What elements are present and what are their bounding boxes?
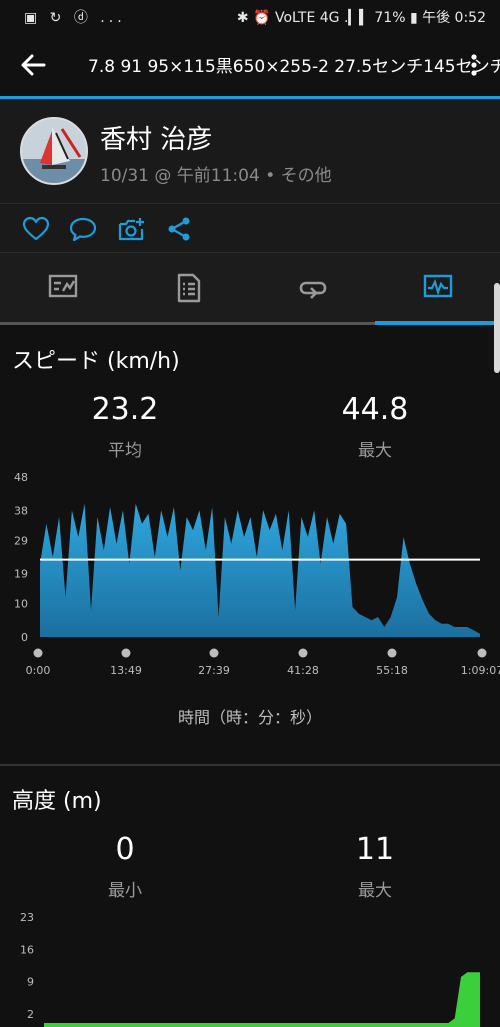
- social-actions: [0, 204, 500, 253]
- more-vertical-icon[interactable]: [464, 50, 484, 80]
- user-name[interactable]: 香村 治彦: [100, 119, 212, 156]
- x-tick-dot: [121, 648, 131, 658]
- status-right-info: ✱ ⏰ VoLTE 4G .▎▍ 71% ▮ 午後 0:52: [236, 10, 486, 26]
- y-tick-label: 23: [20, 911, 34, 924]
- scrollbar[interactable]: [494, 283, 500, 373]
- tab-details[interactable]: [125, 253, 250, 325]
- elevation-max-value: 11: [355, 832, 395, 867]
- speed-max-value: 44.8: [341, 392, 409, 427]
- arrow-left-icon[interactable]: [18, 50, 48, 80]
- summary-icon: [48, 274, 78, 298]
- x-tick-dot: [477, 648, 487, 658]
- x-tick-label: 27:39: [198, 664, 230, 677]
- heart-icon[interactable]: [22, 216, 50, 242]
- y-tick-label: 10: [14, 598, 28, 611]
- activity-date-type: 10/31 @ 午前11:04 • その他: [100, 166, 332, 186]
- speed-avg-value: 23.2: [91, 392, 159, 427]
- speed-max-label: 最大: [358, 441, 392, 461]
- x-tick-dot: [298, 648, 308, 658]
- share-icon[interactable]: [166, 216, 194, 242]
- activity-title: 7.8 91 95×115黒650×255-2 27.5センチ145センチ: [88, 57, 500, 77]
- elevation-chart[interactable]: 2 9 16 23: [0, 905, 500, 1027]
- x-tick-label: 0:00: [26, 664, 51, 677]
- y-tick-label: 9: [27, 976, 34, 989]
- app-bar: 7.8 91 95×115黒650×255-2 27.5センチ145センチ: [0, 32, 500, 99]
- details-list-icon: [177, 273, 201, 303]
- section-divider: [0, 764, 500, 766]
- x-tick-label: 41:28: [287, 664, 319, 677]
- y-tick-label: 29: [14, 534, 28, 547]
- x-tick-dot: [387, 648, 397, 658]
- y-tick-label: 2: [27, 1008, 34, 1021]
- y-tick-label: 0: [21, 631, 28, 644]
- avatar-image: [22, 119, 86, 183]
- tab-active-indicator: [375, 321, 500, 325]
- y-tick-label: 48: [14, 471, 28, 484]
- speed-avg-label: 平均: [108, 441, 142, 461]
- speed-area-series: [40, 503, 480, 637]
- avatar[interactable]: [20, 117, 88, 185]
- laps-icon: [299, 281, 327, 299]
- y-tick-label: 38: [14, 504, 28, 517]
- x-tick-label: 1:09:07: [461, 664, 500, 677]
- tab-laps[interactable]: [250, 253, 375, 325]
- elevation-min-value: 0: [115, 832, 135, 867]
- tab-charts[interactable]: [375, 253, 500, 325]
- x-tick-label: 55:18: [376, 664, 408, 677]
- charts-icon: [423, 274, 453, 298]
- status-bar: ▣ ↻ ⓓ ... ✱ ⏰ VoLTE 4G .▎▍ 71% ▮ 午後 0:52: [0, 0, 500, 32]
- speed-section-title: スピード (km/h): [12, 349, 180, 374]
- x-tick-dot: [209, 648, 219, 658]
- tab-summary[interactable]: [0, 253, 125, 325]
- elevation-min-label: 最小: [108, 881, 142, 901]
- status-notification-icons: ▣ ↻ ⓓ ...: [24, 10, 126, 26]
- speed-chart[interactable]: 0 10 19 29 38 48 0:00 13:49 27:39 41:28 55:18 1:09:…: [0, 460, 500, 685]
- x-tick-dot: [33, 648, 43, 658]
- elevation-max-label: 最大: [358, 881, 392, 901]
- elevation-section-title: 高度 (m): [12, 789, 102, 814]
- add-photo-icon[interactable]: [118, 216, 146, 242]
- elevation-area-series: [44, 972, 480, 1027]
- activity-header: 香村 治彦 10/31 @ 午前11:04 • その他: [0, 99, 500, 204]
- speed-x-axis-title: 時間（時：分：秒）: [177, 708, 322, 727]
- y-tick-label: 16: [20, 943, 34, 956]
- comment-icon[interactable]: [69, 216, 97, 242]
- y-tick-label: 19: [14, 568, 28, 581]
- activity-tabs: [0, 253, 500, 325]
- x-tick-label: 13:49: [110, 664, 142, 677]
